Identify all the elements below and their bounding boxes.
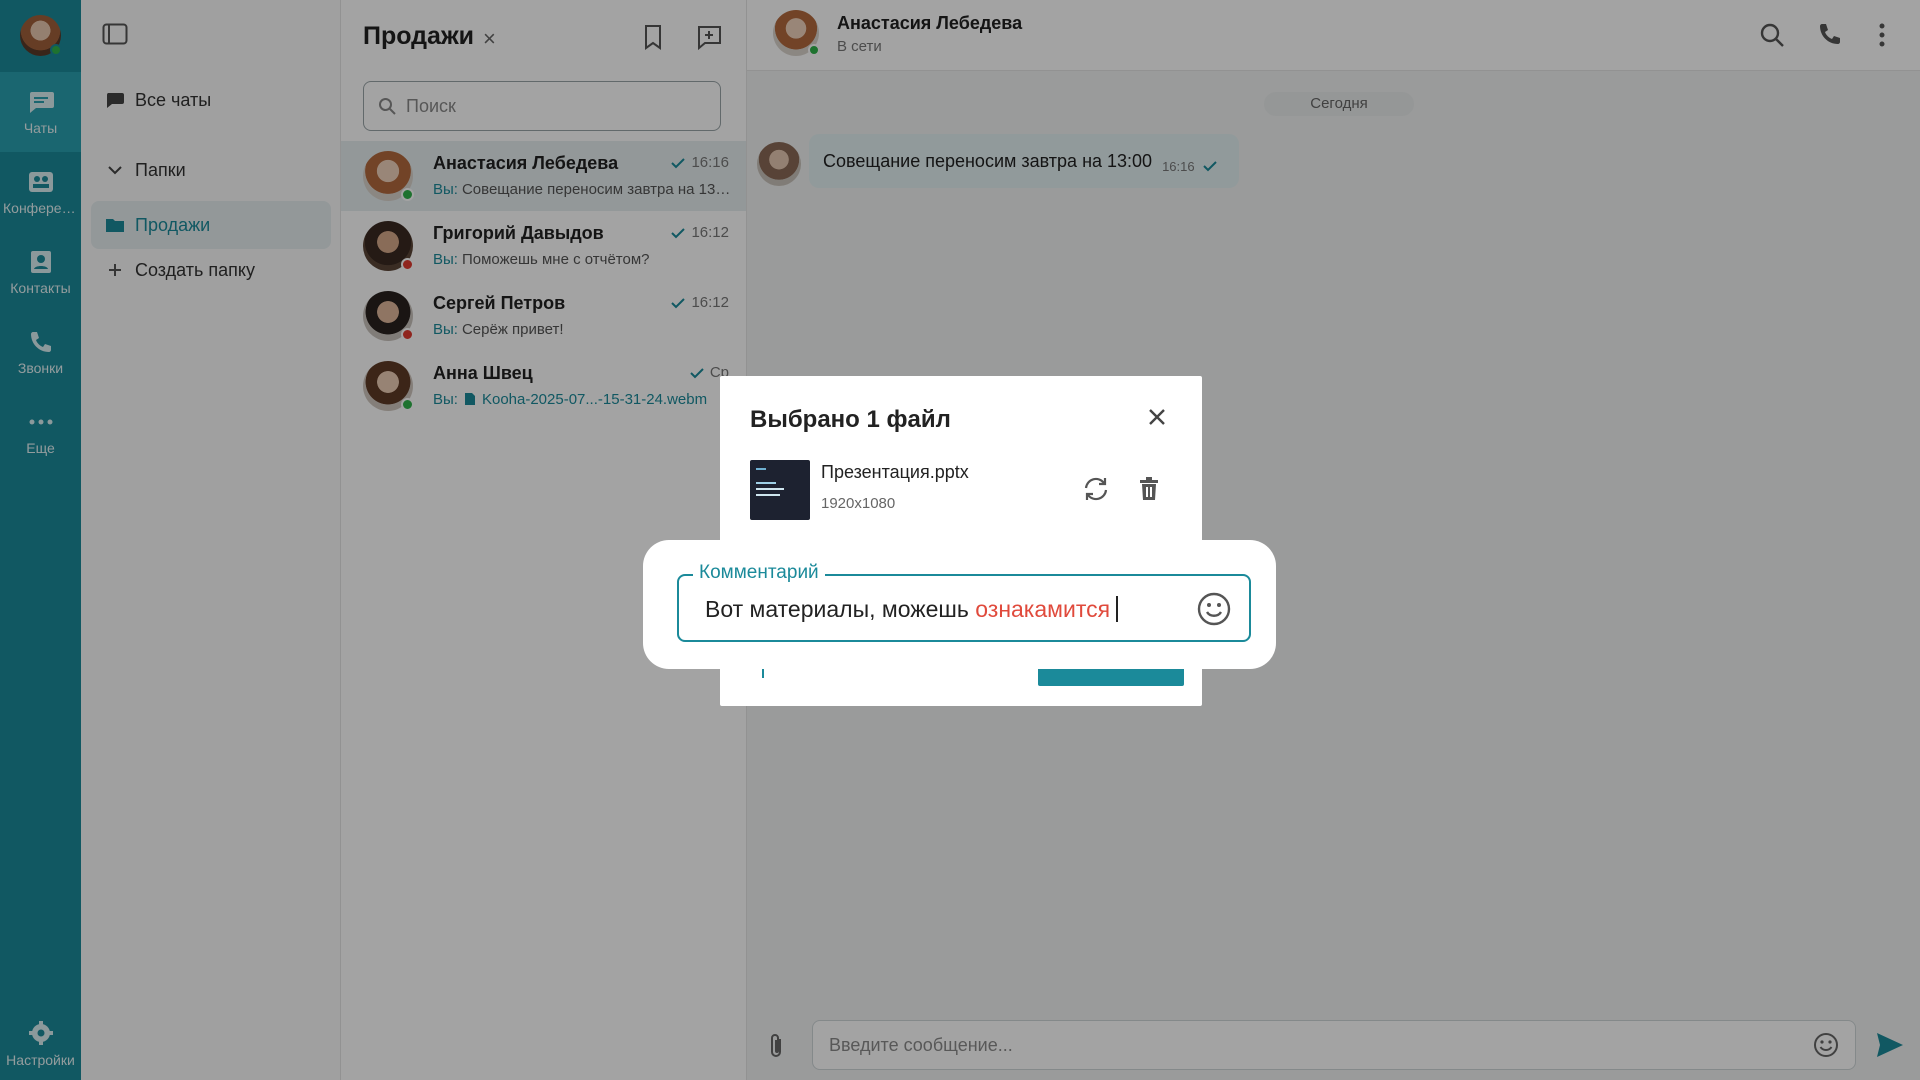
comment-text: Вот материалы, можешь bbox=[705, 596, 976, 622]
comment-highlight: Комментарий Вот материалы, можешь ознака… bbox=[643, 540, 1276, 669]
misspelled-word: ознакамится bbox=[975, 596, 1111, 622]
file-dimensions: 1920x1080 bbox=[821, 495, 896, 512]
file-thumbnail bbox=[750, 460, 810, 520]
emoji-icon[interactable] bbox=[1197, 592, 1231, 626]
dialog-title: Выбрано 1 файл bbox=[750, 406, 951, 433]
replace-file-icon[interactable] bbox=[1082, 476, 1110, 502]
comment-input[interactable]: Вот материалы, можешь ознакамится bbox=[705, 596, 1119, 623]
comment-label: Комментарий bbox=[693, 562, 825, 584]
file-name: Презентация.pptx bbox=[821, 462, 969, 482]
comment-field[interactable]: Комментарий Вот материалы, можешь ознака… bbox=[677, 562, 1251, 642]
close-icon[interactable] bbox=[1148, 408, 1166, 426]
text-caret bbox=[1116, 596, 1119, 622]
trash-icon[interactable] bbox=[1138, 476, 1160, 502]
